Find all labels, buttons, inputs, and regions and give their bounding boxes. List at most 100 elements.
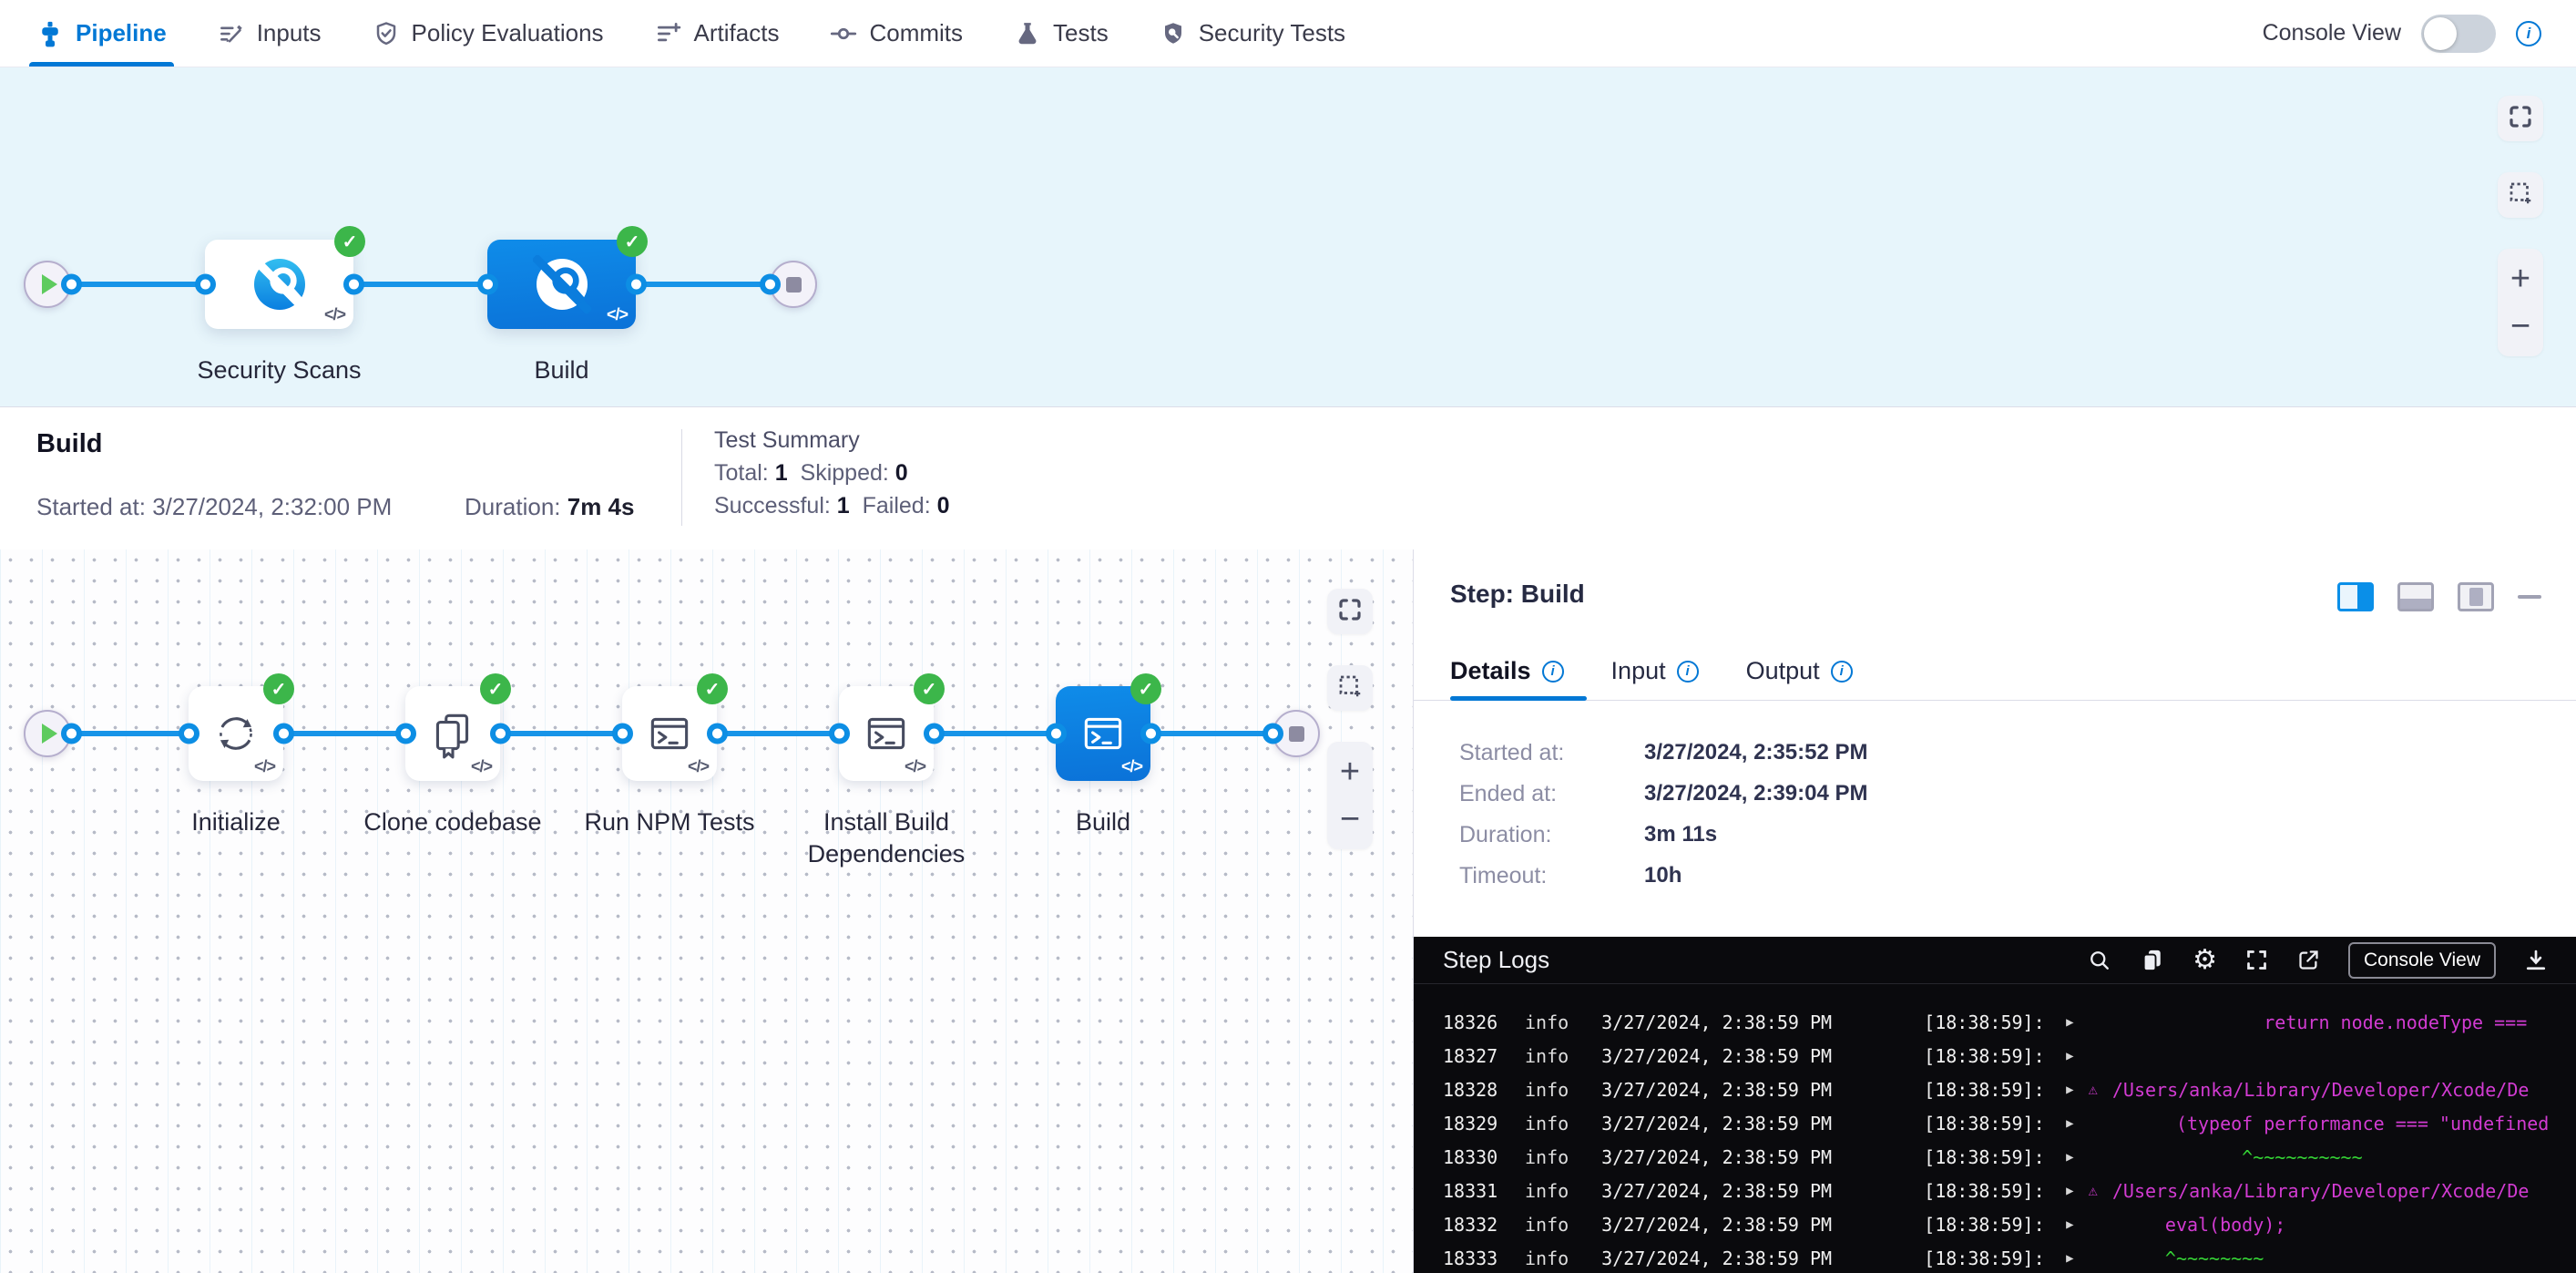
log-expand-caret[interactable]: ▶ xyxy=(2066,1251,2073,1266)
top-nav: Pipeline Inputs Policy Evaluations Artifact… xyxy=(0,0,2576,67)
detail-label: Duration: xyxy=(1459,822,1644,848)
fullscreen-icon xyxy=(1336,596,1364,628)
console-view-button[interactable]: Console View xyxy=(2348,942,2496,979)
fullscreen-button[interactable] xyxy=(1327,589,1373,634)
detail-value: 3m 11s xyxy=(1644,822,1717,847)
total-value: 1 xyxy=(775,460,788,486)
log-row: 18333info3/27/2024, 2:38:59 PM[18:38:59]… xyxy=(1414,1241,2576,1273)
step-canvas[interactable]: ✓</>Initialize✓</>Clone codebase✓</>Run … xyxy=(0,549,1413,1273)
layout-bottom-panel-icon[interactable] xyxy=(2397,582,2434,611)
log-expand-caret[interactable]: ▶ xyxy=(2066,1015,2073,1030)
tab-label: Pipeline xyxy=(76,19,167,47)
log-line-number: 18327 xyxy=(1443,1045,1501,1067)
layout-floating-panel-icon[interactable] xyxy=(2458,582,2494,611)
info-icon[interactable]: i xyxy=(1677,661,1699,683)
sync-icon xyxy=(210,707,262,760)
expand-logs-icon[interactable] xyxy=(2244,948,2269,972)
log-expand-caret[interactable]: ▶ xyxy=(2066,1217,2073,1232)
step-card[interactable]: ✓</> xyxy=(1056,686,1150,781)
duration-value: 7m 4s xyxy=(567,493,635,520)
log-message: /Users/anka/Library/Developer/Xcode/De xyxy=(2112,1180,2530,1202)
step-card[interactable]: ✓</> xyxy=(189,686,283,781)
tab-artifacts[interactable]: Artifacts xyxy=(655,0,780,67)
step-card[interactable]: ✓</> xyxy=(405,686,500,781)
test-summary-line1: Total: 1 Skipped: 0 xyxy=(714,457,950,489)
panel-tab-input[interactable]: Inputi xyxy=(1611,657,1699,685)
tab-security-tests[interactable]: Security Tests xyxy=(1160,0,1345,67)
terminal-icon xyxy=(643,707,696,760)
console-view-label: Console View xyxy=(2263,20,2401,46)
commits-icon xyxy=(830,20,857,47)
scan-stage-icon xyxy=(533,255,591,313)
panel-tab-output[interactable]: Outputi xyxy=(1746,657,1853,685)
log-level: info xyxy=(1525,1011,1569,1033)
step-logs-header: Step Logs ⚙ Console View xyxy=(1414,937,2576,984)
stage-card[interactable]: ✓</> xyxy=(487,240,636,329)
pipeline-icon xyxy=(36,20,64,47)
detail-row: Duration:3m 11s xyxy=(1459,821,1868,848)
log-message: ^~~~~~~~~ xyxy=(2089,1247,2264,1269)
fullscreen-button[interactable] xyxy=(2498,96,2543,141)
zoom-out-button[interactable]: − xyxy=(2510,309,2530,344)
log-level: info xyxy=(1525,1045,1569,1067)
tab-inputs[interactable]: Inputs xyxy=(218,0,322,67)
step-card[interactable]: ✓</> xyxy=(622,686,717,781)
info-icon[interactable]: i xyxy=(2516,21,2541,46)
test-summary-line2: Successful: 1 Failed: 0 xyxy=(714,489,950,522)
stage-label: Build xyxy=(534,356,588,385)
step-build: ✓</>Build xyxy=(1056,686,1150,781)
status-success-icon: ✓ xyxy=(617,226,648,257)
tab-pipeline[interactable]: Pipeline xyxy=(36,0,167,67)
info-icon[interactable]: i xyxy=(1831,661,1853,683)
tabs-divider xyxy=(1414,700,2576,701)
search-icon[interactable] xyxy=(2087,948,2112,973)
zoom-in-button[interactable]: + xyxy=(1340,755,1360,789)
log-message: return node.nodeType === xyxy=(2089,1011,2528,1033)
open-external-icon[interactable] xyxy=(2296,948,2321,972)
stage-security-scans: ✓</>Security Scans xyxy=(205,240,353,329)
step-details: Started at:3/27/2024, 2:35:52 PMEnded at… xyxy=(1459,739,1868,889)
settings-gear-icon[interactable]: ⚙ xyxy=(2193,947,2217,974)
fullscreen-icon xyxy=(2507,103,2534,135)
download-logs-icon[interactable] xyxy=(2523,948,2549,973)
log-expand-caret[interactable]: ▶ xyxy=(2066,1049,2073,1063)
panel-tab-label: Output xyxy=(1746,657,1820,685)
tab-commits[interactable]: Commits xyxy=(830,0,963,67)
connector-edge xyxy=(636,282,770,287)
step-label: Clone codebase xyxy=(351,806,555,838)
stage-graph-area: ✓</>Security Scans✓</>Build + − xyxy=(0,67,2576,406)
log-expand-caret[interactable]: ▶ xyxy=(2066,1116,2073,1131)
tab-label: Commits xyxy=(869,19,963,47)
log-date: 3/27/2024, 2:38:59 PM xyxy=(1601,1146,1836,1168)
tab-tests[interactable]: Tests xyxy=(1014,0,1109,67)
step-graph: ✓</>Initialize✓</>Clone codebase✓</>Run … xyxy=(24,686,1320,781)
marquee-select-button[interactable] xyxy=(2498,172,2543,218)
zoom-in-button[interactable]: + xyxy=(2510,262,2530,296)
step-logs-title: Step Logs xyxy=(1443,946,1549,974)
log-expand-caret[interactable]: ▶ xyxy=(2066,1150,2073,1165)
detail-row: Started at:3/27/2024, 2:35:52 PM xyxy=(1459,739,1868,766)
total-label: Total: xyxy=(714,460,769,486)
stage-card[interactable]: ✓</> xyxy=(205,240,353,329)
log-date: 3/27/2024, 2:38:59 PM xyxy=(1601,1113,1836,1134)
minimize-panel-icon[interactable] xyxy=(2518,595,2541,599)
panel-tab-details[interactable]: Detailsi xyxy=(1450,657,1564,685)
log-expand-caret[interactable]: ▶ xyxy=(2066,1184,2073,1198)
nav-tabs: Pipeline Inputs Policy Evaluations Artifact… xyxy=(36,0,1345,67)
log-level: info xyxy=(1525,1146,1569,1168)
inputs-icon xyxy=(218,20,245,47)
artifacts-icon xyxy=(655,20,682,47)
policy-icon xyxy=(373,20,400,47)
step-card[interactable]: ✓</> xyxy=(839,686,934,781)
console-view-toggle[interactable] xyxy=(2421,15,2496,53)
zoom-out-button[interactable]: − xyxy=(1340,802,1360,837)
connector-edge xyxy=(283,731,405,736)
info-icon[interactable]: i xyxy=(1542,661,1564,683)
tab-policy-evaluations[interactable]: Policy Evaluations xyxy=(373,0,604,67)
marquee-select-button[interactable] xyxy=(1327,665,1373,711)
log-expand-caret[interactable]: ▶ xyxy=(2066,1083,2073,1097)
copy-icon[interactable] xyxy=(2140,948,2165,973)
status-success-icon: ✓ xyxy=(914,673,945,704)
stage-build: ✓</>Build xyxy=(487,240,636,329)
layout-right-panel-icon[interactable] xyxy=(2337,582,2374,611)
